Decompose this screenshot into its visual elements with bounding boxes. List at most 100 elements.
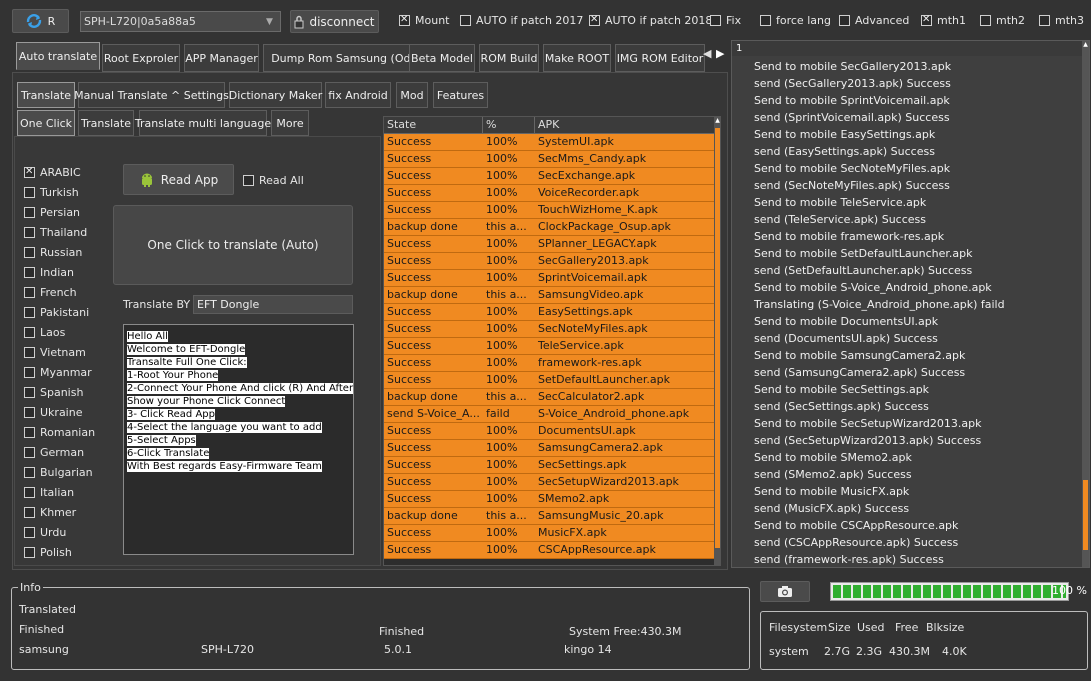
device-select[interactable]: SPH-L720|0a5a88a5 ▼ [80, 11, 281, 32]
option-checkbox[interactable] [589, 14, 600, 26]
option-checkbox[interactable] [921, 14, 932, 26]
table-row[interactable]: Success 100% SecExchange.apk [384, 168, 720, 185]
table-row[interactable]: Success 100% SecSettings.apk [384, 457, 720, 474]
language-checkbox[interactable] [24, 166, 35, 178]
tab-scroll-left[interactable]: ◀ [703, 47, 715, 65]
option-checkbox[interactable] [710, 15, 721, 26]
read-all-check[interactable] [243, 175, 254, 186]
table-row[interactable]: Success 100% framework-res.apk [384, 355, 720, 372]
language-item[interactable]: ARABIC [24, 166, 81, 179]
language-item[interactable]: Indian [24, 266, 74, 279]
table-row[interactable]: Success 100% SecGallery2013.apk [384, 253, 720, 270]
language-checkbox[interactable] [24, 227, 35, 238]
option-checkbox[interactable] [1039, 15, 1050, 26]
language-item[interactable]: Polish [24, 546, 72, 559]
sub-tab-0[interactable]: Translate [17, 82, 75, 108]
header-apk[interactable]: APK [535, 117, 715, 133]
language-item[interactable]: Romanian [24, 426, 95, 439]
table-scroll-up[interactable]: ▲ [714, 117, 721, 126]
main-tab-4[interactable]: Beta Model [409, 44, 475, 72]
language-checkbox[interactable] [24, 247, 35, 258]
sub-tab2-0[interactable]: One Click [17, 110, 75, 136]
read-all-checkbox[interactable]: Read All [243, 174, 304, 187]
language-checkbox[interactable] [24, 547, 35, 558]
language-item[interactable]: German [24, 446, 84, 459]
language-item[interactable]: Spanish [24, 386, 83, 399]
sub-tab2-1[interactable]: Translate [78, 110, 134, 136]
option-checkbox[interactable] [460, 15, 471, 26]
option-8[interactable]: mth3 [1039, 14, 1084, 27]
main-tab-7[interactable]: IMG ROM Editor [615, 44, 705, 72]
language-checkbox[interactable] [24, 407, 35, 418]
table-row[interactable]: Success 100% DocumentsUI.apk [384, 423, 720, 440]
sub-tab-3[interactable]: fix Android [325, 82, 391, 108]
reboot-button[interactable]: R [12, 9, 69, 33]
option-checkbox[interactable] [980, 15, 991, 26]
log-scroll-up[interactable]: ▲ [1082, 41, 1089, 50]
language-item[interactable]: Pakistani [24, 306, 89, 319]
language-item[interactable]: Khmer [24, 506, 76, 519]
table-row[interactable]: Success 100% SPlanner_LEGACY.apk [384, 236, 720, 253]
sub-tab-1[interactable]: Manual Translate ^ Settings [74, 82, 229, 108]
translate-by-field[interactable]: EFT Dongle [193, 295, 353, 314]
tab-scroll-right[interactable]: ▶ [716, 47, 728, 65]
language-item[interactable]: Thailand [24, 226, 87, 239]
one-click-translate-button[interactable]: One Click to translate (Auto) [113, 205, 353, 285]
table-row[interactable]: Success 100% SMemo2.apk [384, 491, 720, 508]
language-checkbox[interactable] [24, 307, 35, 318]
option-checkbox[interactable] [839, 15, 850, 26]
sub-tab2-3[interactable]: More [271, 110, 309, 136]
apk-table[interactable]: State % APK Success 100% SystemUI.apk Succe… [383, 116, 721, 566]
option-1[interactable]: AUTO if patch 2017 [460, 14, 583, 27]
language-checkbox[interactable] [24, 347, 35, 358]
main-tab-2[interactable]: APP Manager [184, 44, 259, 72]
language-item[interactable]: Bulgarian [24, 466, 93, 479]
language-item[interactable]: Urdu [24, 526, 66, 539]
option-2[interactable]: AUTO if patch 2018 [589, 14, 712, 27]
table-row[interactable]: Success 100% CSCAppResource.apk [384, 542, 720, 559]
option-5[interactable]: Advanced [839, 14, 909, 27]
option-3[interactable]: Fix [710, 14, 741, 27]
table-row[interactable]: Success 100% SystemUI.apk [384, 134, 720, 151]
table-row[interactable]: backup done this a... SamsungVideo.apk [384, 287, 720, 304]
sub-tab-2[interactable]: Dictionary Maker [229, 82, 322, 108]
table-row[interactable]: backup done this a... ClockPackage_Osup.ap… [384, 219, 720, 236]
table-row[interactable]: Success 100% TeleService.apk [384, 338, 720, 355]
language-item[interactable]: Turkish [24, 186, 79, 199]
table-row[interactable]: Success 100% TouchWizHome_K.apk [384, 202, 720, 219]
table-row[interactable]: Success 100% SecNoteMyFiles.apk [384, 321, 720, 338]
language-checkbox[interactable] [24, 287, 35, 298]
option-6[interactable]: mth1 [921, 14, 966, 27]
main-tab-5[interactable]: ROM Build [479, 44, 539, 72]
table-scroll-thumb[interactable] [715, 128, 720, 548]
language-item[interactable]: French [24, 286, 77, 299]
log-panel[interactable]: 1 Send to mobile SecGallery2013.apk send … [731, 40, 1090, 568]
table-row[interactable]: backup done this a... SamsungMusic_20.apk [384, 508, 720, 525]
disconnect-button[interactable]: disconnect [290, 10, 379, 33]
language-item[interactable]: Vietnam [24, 346, 86, 359]
instructions-textbox[interactable]: Hello All Welcome to EFT-Dongle Transalte … [123, 324, 354, 555]
table-row[interactable]: Success 100% SecMms_Candy.apk [384, 151, 720, 168]
table-row[interactable]: backup done this a... SecCalculator2.apk [384, 389, 720, 406]
main-tab-3[interactable]: Dump Rom Samsung (Odin) [263, 44, 433, 72]
table-scrollbar[interactable]: ▲ [714, 117, 721, 565]
sub-tab-5[interactable]: Features [433, 82, 488, 108]
language-item[interactable]: Laos [24, 326, 65, 339]
table-row[interactable]: Success 100% SecSetupWizard2013.apk [384, 474, 720, 491]
screenshot-button[interactable] [760, 581, 810, 602]
language-item[interactable]: Italian [24, 486, 74, 499]
sub-tab2-2[interactable]: Translate multi language [135, 110, 271, 136]
language-checkbox[interactable] [24, 207, 35, 218]
header-state[interactable]: State [384, 117, 483, 133]
language-checkbox[interactable] [24, 187, 35, 198]
option-checkbox[interactable] [399, 14, 410, 26]
option-checkbox[interactable] [760, 15, 771, 26]
language-checkbox[interactable] [24, 527, 35, 538]
language-item[interactable]: Ukraine [24, 406, 82, 419]
table-row[interactable]: Success 100% SamsungCamera2.apk [384, 440, 720, 457]
sub-tab-4[interactable]: Mod [396, 82, 428, 108]
main-tab-0[interactable]: Auto translate [16, 42, 100, 70]
header-percent[interactable]: % [483, 117, 535, 133]
table-row[interactable]: Success 100% VoiceRecorder.apk [384, 185, 720, 202]
option-0[interactable]: Mount [399, 14, 449, 27]
